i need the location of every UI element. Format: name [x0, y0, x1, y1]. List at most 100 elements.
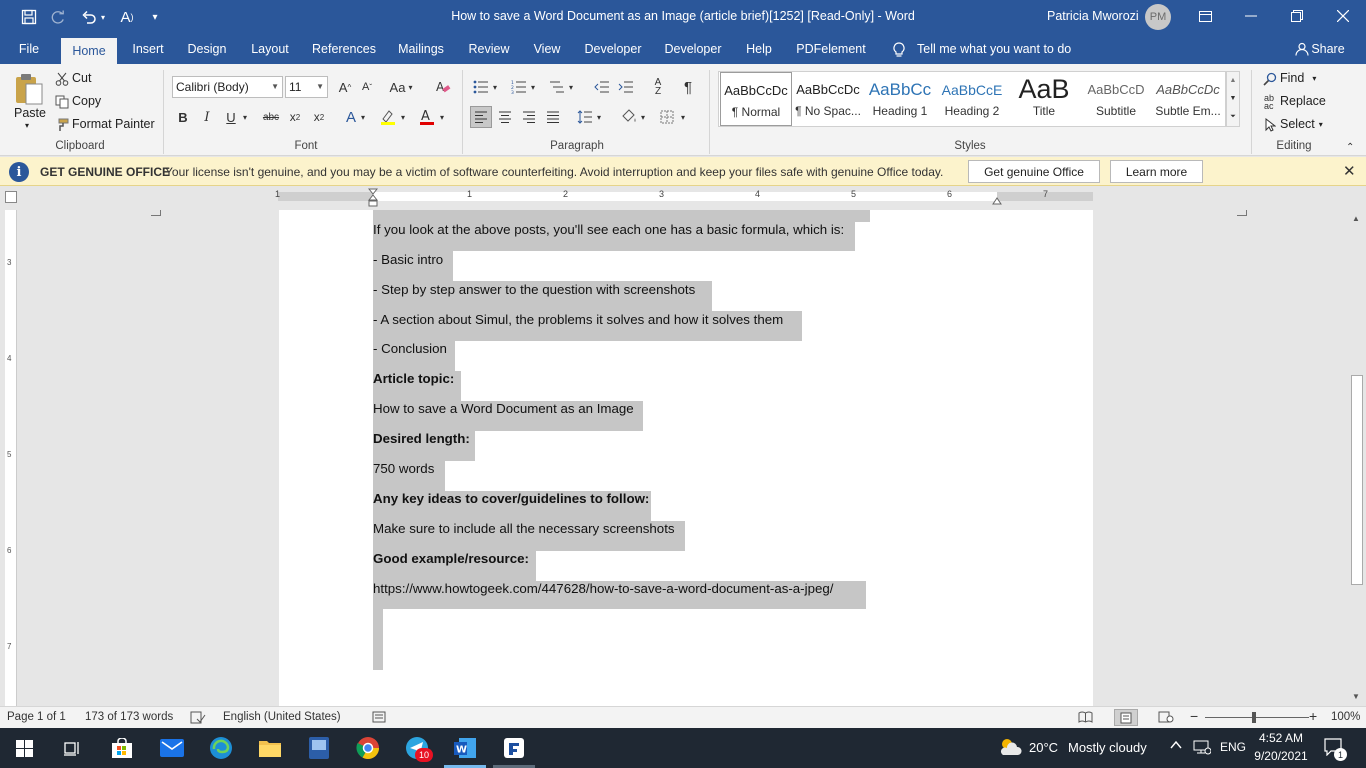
learn-more-button[interactable]: Learn more	[1110, 160, 1203, 183]
document-line[interactable]: - Conclusion	[373, 334, 447, 364]
share-button[interactable]: Share	[1311, 34, 1345, 64]
read-aloud-icon[interactable]: A)	[116, 6, 138, 28]
scroll-down-icon[interactable]: ▼	[1352, 692, 1360, 701]
font-color-icon[interactable]: A	[416, 106, 438, 128]
clear-formatting-icon[interactable]: A	[432, 76, 454, 98]
avatar[interactable]: PM	[1145, 4, 1171, 30]
document-link[interactable]: https://www.howtogeek.com/447628/how-to-…	[373, 574, 833, 604]
read-mode-icon[interactable]	[1078, 711, 1093, 726]
page-count[interactable]: Page 1 of 1	[7, 711, 66, 723]
document-heading[interactable]: Any key ideas to cover/guidelines to fol…	[373, 484, 649, 514]
decrease-indent-icon[interactable]	[591, 76, 613, 98]
shrink-font-icon[interactable]: Aˇ	[356, 76, 378, 98]
strikethrough-icon[interactable]: abc	[260, 106, 282, 128]
tab-file[interactable]: File	[8, 34, 50, 64]
shading-icon[interactable]	[618, 106, 640, 128]
word-count[interactable]: 173 of 173 words	[85, 711, 173, 723]
vertical-scrollbar[interactable]: ▲ ▼	[1348, 210, 1366, 706]
superscript-icon[interactable]: x2	[308, 106, 330, 128]
show-formatting-marks-icon[interactable]: ¶	[677, 76, 699, 98]
paste-icon[interactable]	[12, 70, 46, 108]
language-indicator[interactable]: ENG	[1220, 740, 1246, 754]
tab-selector[interactable]	[5, 191, 17, 203]
weather-icon[interactable]	[998, 737, 1022, 760]
tab-developer[interactable]: Developer	[581, 34, 645, 64]
close-icon[interactable]: ✕	[1343, 162, 1356, 180]
customize-qat-icon[interactable]: ▾	[148, 6, 162, 28]
bullets-dropdown-icon[interactable]: ▾	[490, 76, 500, 98]
share-person-icon[interactable]	[1293, 34, 1311, 64]
document-heading[interactable]: Good example/resource:	[373, 544, 529, 574]
highlight-color-icon[interactable]	[377, 106, 399, 128]
bullets-icon[interactable]	[470, 76, 492, 98]
line-spacing-dropdown-icon[interactable]: ▾	[594, 106, 604, 128]
font-color-dropdown-icon[interactable]: ▾	[437, 106, 447, 128]
document-line[interactable]: - Step by step answer to the question wi…	[373, 275, 695, 305]
style-title[interactable]: AaB Title	[1008, 72, 1080, 126]
zoom-level[interactable]: 100%	[1331, 711, 1360, 723]
document-line[interactable]: Make sure to include all the necessary s…	[373, 514, 675, 544]
word-icon[interactable]: W	[450, 733, 480, 763]
document-heading[interactable]: Article topic:	[373, 364, 454, 394]
windows-start-icon[interactable]	[9, 733, 39, 763]
tell-me-search[interactable]: Tell me what you want to do	[917, 34, 1073, 64]
collapse-ribbon-icon[interactable]: ⌃	[1346, 142, 1354, 153]
tab-developer-2[interactable]: Developer	[661, 34, 725, 64]
borders-dropdown-icon[interactable]: ▾	[678, 106, 688, 128]
underline-icon[interactable]: U	[220, 106, 242, 128]
right-indent-marker[interactable]	[992, 194, 1002, 208]
print-layout-icon[interactable]	[1114, 709, 1138, 726]
accessibility-icon[interactable]	[372, 711, 386, 726]
document-line[interactable]: How to save a Word Document as an Image	[373, 394, 634, 424]
style-normal[interactable]: AaBbCcDc ¶ Normal	[720, 72, 792, 126]
copy-button[interactable]: Copy	[72, 94, 101, 108]
minimize-button[interactable]	[1228, 0, 1274, 32]
save-icon[interactable]	[18, 6, 40, 28]
network-icon[interactable]	[1193, 739, 1212, 758]
language[interactable]: English (United States)	[223, 711, 341, 723]
scrollbar-thumb[interactable]	[1351, 375, 1363, 585]
restore-button[interactable]	[1274, 0, 1320, 32]
align-right-icon[interactable]	[518, 106, 540, 128]
underline-dropdown-icon[interactable]: ▾	[240, 106, 250, 128]
clock-date[interactable]: 9/20/2021	[1252, 749, 1310, 763]
get-genuine-office-button[interactable]: Get genuine Office	[968, 160, 1100, 183]
shading-dropdown-icon[interactable]: ▾	[638, 106, 648, 128]
show-hidden-icons-icon[interactable]	[1170, 738, 1182, 753]
italic-icon[interactable]: I	[196, 106, 218, 128]
microsoft-store-icon[interactable]	[107, 733, 137, 763]
tab-insert[interactable]: Insert	[126, 34, 170, 64]
font-family-select[interactable]: Calibri (Body) ▼	[172, 76, 283, 98]
tab-pdfelement[interactable]: PDFelement	[794, 34, 868, 64]
change-case-icon[interactable]: Aa ▾	[386, 76, 416, 98]
user-name[interactable]: Patricia Mworozi	[1047, 9, 1139, 23]
justify-icon[interactable]	[542, 106, 564, 128]
document-line[interactable]: If you look at the above posts, you'll s…	[373, 215, 844, 245]
tab-help[interactable]: Help	[741, 34, 777, 64]
style-subtitle[interactable]: AaBbCcD Subtitle	[1080, 72, 1152, 126]
align-center-icon[interactable]	[494, 106, 516, 128]
zoom-out-icon[interactable]: −	[1190, 708, 1198, 724]
scroll-up-icon[interactable]: ▲	[1227, 72, 1239, 90]
tab-view[interactable]: View	[528, 34, 566, 64]
cut-button[interactable]: Cut	[72, 71, 91, 85]
find-button[interactable]: Find ▾	[1280, 71, 1316, 85]
style-subtle-emphasis[interactable]: AaBbCcDc Subtle Em...	[1152, 72, 1224, 126]
tab-mailings[interactable]: Mailings	[394, 34, 448, 64]
chrome-icon[interactable]	[353, 733, 383, 763]
ribbon-display-options-icon[interactable]	[1182, 0, 1228, 32]
subscript-icon[interactable]: x2	[284, 106, 306, 128]
tab-design[interactable]: Design	[183, 34, 231, 64]
zoom-slider[interactable]	[1205, 717, 1309, 718]
style-heading-2[interactable]: AaBbCcE Heading 2	[936, 72, 1008, 126]
web-layout-icon[interactable]	[1158, 711, 1174, 726]
numbering-dropdown-icon[interactable]: ▾	[528, 76, 538, 98]
close-button[interactable]	[1320, 0, 1366, 32]
grow-font-icon[interactable]: A ^	[334, 76, 356, 98]
text-effects-dropdown-icon[interactable]: ▾	[358, 106, 368, 128]
weather-description[interactable]: Mostly cloudy	[1068, 740, 1147, 755]
style-no-spacing[interactable]: AaBbCcDc ¶ No Spac...	[792, 72, 864, 126]
document-heading[interactable]: Desired length:	[373, 424, 470, 454]
zoom-slider-thumb[interactable]	[1252, 712, 1256, 723]
undo-icon[interactable]: ▾	[78, 6, 108, 28]
